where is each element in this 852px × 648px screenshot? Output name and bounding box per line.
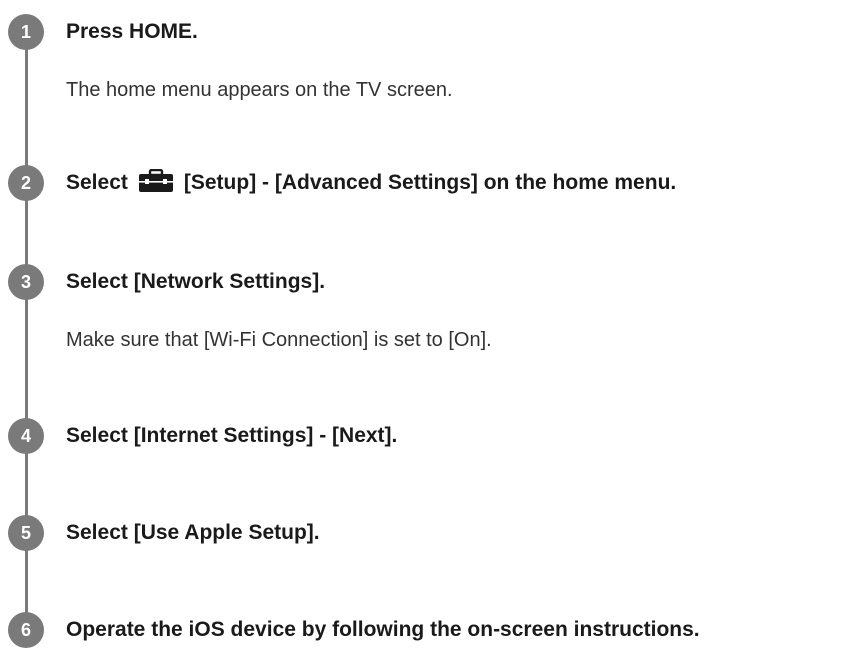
toolbox-icon — [138, 169, 174, 193]
step-description: The home menu appears on the TV screen. — [66, 79, 453, 101]
step-number: 5 — [8, 515, 44, 551]
step-title-prefix: Select — [66, 171, 128, 194]
step-title: Operate the iOS device by following the … — [66, 618, 700, 641]
step-number: 2 — [8, 165, 44, 201]
step-description: Make sure that [Wi-Fi Connection] is set… — [66, 329, 492, 351]
step-title: Select [Setup] - [Advanced Settings] on … — [66, 165, 676, 201]
step-title: Select [Internet Settings] - [Next]. — [66, 424, 398, 447]
step-number: 4 — [8, 418, 44, 454]
step-title-suffix: [Setup] - [Advanced Settings] on the hom… — [183, 171, 677, 194]
step-number: 1 — [8, 14, 44, 50]
step-title: Select [Network Settings]. — [66, 270, 326, 293]
step-number: 6 — [8, 612, 44, 648]
step-number: 3 — [8, 264, 44, 300]
step-list: 1 Press HOME. The home menu appears on t… — [0, 0, 852, 648]
step-title: Press HOME. — [66, 20, 198, 43]
step-title: Select [Use Apple Setup]. — [66, 521, 320, 544]
